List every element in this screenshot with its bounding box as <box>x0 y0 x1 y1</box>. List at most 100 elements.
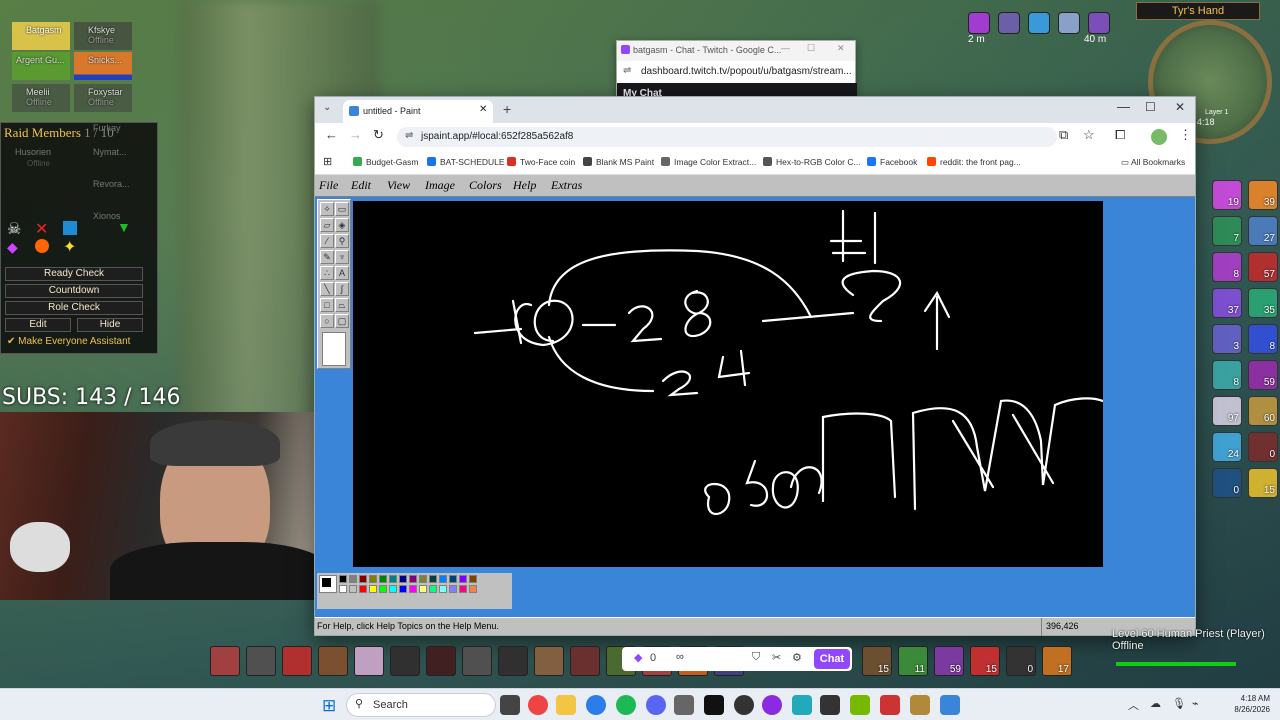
close-icon[interactable]: ✕ <box>837 43 845 54</box>
eraser-icon[interactable]: ▱ <box>320 218 334 232</box>
action-slot[interactable] <box>318 646 348 676</box>
battlenet-icon[interactable] <box>820 695 840 715</box>
mic-icon[interactable]: 🎙 <box>1172 697 1186 710</box>
palette-swatch[interactable] <box>399 585 407 593</box>
spell-slot[interactable]: 37 <box>1212 288 1242 318</box>
spell-slot[interactable]: 8 <box>1212 252 1242 282</box>
maximize-icon[interactable]: ☐ <box>807 43 815 54</box>
palette-swatch[interactable] <box>429 585 437 593</box>
star-icon[interactable]: ✦ <box>63 237 76 257</box>
paint-icon[interactable] <box>940 695 960 715</box>
raid-frame-foxystar[interactable]: Foxystar Offline <box>74 84 132 112</box>
palette-swatch[interactable] <box>369 585 377 593</box>
palette-swatch[interactable] <box>359 575 367 583</box>
buff-icon[interactable] <box>968 12 990 34</box>
palette-swatch[interactable] <box>439 585 447 593</box>
mod-icon[interactable]: ✂ <box>772 651 781 664</box>
action-slot[interactable]: 15 <box>862 646 892 676</box>
raid-frame-kfskye[interactable]: Kfskye Offline <box>74 22 132 50</box>
palette-swatch[interactable] <box>459 585 467 593</box>
menu-help[interactable]: Help <box>513 178 536 193</box>
ready-check-button[interactable]: Ready Check <box>5 267 143 281</box>
menu-edit[interactable]: Edit <box>351 178 371 193</box>
spell-slot[interactable]: 3 <box>1212 324 1242 354</box>
spell-slot[interactable]: 97 <box>1212 396 1242 426</box>
spell-slot[interactable]: 27 <box>1248 216 1278 246</box>
edge-icon[interactable] <box>586 695 606 715</box>
hide-button[interactable]: Hide <box>77 318 143 332</box>
tab-search-icon[interactable]: ⌄ <box>323 102 331 113</box>
start-icon[interactable]: ⊞ <box>322 696 336 716</box>
text-icon[interactable]: A <box>335 266 349 280</box>
raid-frame-batgasm[interactable]: Batgasm <box>12 22 70 50</box>
spell-slot[interactable]: 19 <box>1212 180 1242 210</box>
palette-swatch[interactable] <box>349 575 357 583</box>
capcut-icon[interactable] <box>704 695 724 715</box>
palette-swatch[interactable] <box>419 585 427 593</box>
bookmark-item[interactable]: Hex-to-RGB Color C... <box>763 157 861 167</box>
palette-swatch[interactable] <box>449 585 457 593</box>
palette-swatch[interactable] <box>439 575 447 583</box>
menu-icon[interactable]: ⋮ <box>1179 127 1192 143</box>
action-slot[interactable] <box>426 646 456 676</box>
palette-swatch[interactable] <box>429 575 437 583</box>
cast-icon[interactable]: ⧉ <box>1059 127 1068 143</box>
line-icon[interactable]: ╲ <box>320 282 334 296</box>
spell-slot[interactable]: 7 <box>1212 216 1242 246</box>
raid-frame-snicks[interactable]: Snicks... <box>74 52 132 80</box>
cross-icon[interactable]: ✕ <box>35 219 48 239</box>
network-icon[interactable]: ⌁ <box>1192 697 1199 710</box>
countdown-button[interactable]: Countdown <box>5 284 143 298</box>
task-view-icon[interactable] <box>500 695 520 715</box>
forward-icon[interactable]: → <box>349 127 362 142</box>
palette-swatch[interactable] <box>469 585 477 593</box>
extensions-icon[interactable]: ⧠ <box>1115 127 1125 143</box>
curve-icon[interactable]: ∫ <box>335 282 349 296</box>
app-icon[interactable] <box>880 695 900 715</box>
bookmark-item[interactable]: BAT-SCHEDULE <box>427 157 505 167</box>
palette-swatch[interactable] <box>399 575 407 583</box>
ellipse-icon[interactable]: ○ <box>320 314 334 328</box>
shield-icon[interactable]: ⛉ <box>752 651 760 664</box>
nvidia-icon[interactable] <box>850 695 870 715</box>
chat-window-title[interactable]: batgasm - Chat - Twitch - Google C... — … <box>617 41 855 61</box>
palette-swatch[interactable] <box>409 585 417 593</box>
bookmark-item[interactable]: Facebook <box>867 157 917 167</box>
magnifier-icon[interactable]: ⚲ <box>335 234 349 248</box>
menu-colors[interactable]: Colors <box>469 178 502 193</box>
polygon-icon[interactable]: ⏢ <box>335 298 349 312</box>
raid-frame-argent[interactable]: Argent Gu... <box>12 52 70 80</box>
gear-icon[interactable]: ⚙ <box>792 651 802 664</box>
tray-chevron-icon[interactable]: ︿ <box>1128 697 1139 713</box>
spell-slot[interactable]: 0 <box>1212 468 1242 498</box>
palette-swatch[interactable] <box>359 585 367 593</box>
bookmark-item[interactable]: Blank MS Paint <box>583 157 654 167</box>
channel-points-icon[interactable]: ◆ <box>634 651 642 664</box>
action-slot[interactable] <box>246 646 276 676</box>
close-window-icon[interactable]: ✕ <box>1175 100 1185 114</box>
action-slot[interactable] <box>534 646 564 676</box>
chat-button[interactable]: Chat <box>814 649 850 669</box>
new-tab-icon[interactable]: + <box>503 101 511 117</box>
palette-swatch[interactable] <box>409 575 417 583</box>
bookmark-item[interactable]: Budget-Gasm <box>353 157 418 167</box>
site-info-icon[interactable]: ⇌ <box>405 130 413 141</box>
wow-icon[interactable] <box>910 695 930 715</box>
spell-slot[interactable]: 15 <box>1248 468 1278 498</box>
action-slot[interactable]: 15 <box>970 646 1000 676</box>
all-bookmarks[interactable]: ▭ All Bookmarks <box>1121 157 1185 168</box>
color-picker-icon[interactable]: ⁄ <box>320 234 334 248</box>
back-icon[interactable]: ← <box>325 127 338 142</box>
bookmark-star-icon[interactable]: ☆ <box>1083 127 1095 143</box>
palette-swatch[interactable] <box>339 575 347 583</box>
palette-swatch[interactable] <box>449 575 457 583</box>
buff-icon[interactable] <box>1058 12 1080 34</box>
spell-slot[interactable]: 59 <box>1248 360 1278 390</box>
diamond-icon[interactable]: ◆ <box>7 239 18 256</box>
apps-icon[interactable]: ⊞ <box>323 155 332 168</box>
spotify-icon[interactable] <box>616 695 636 715</box>
file-explorer-icon[interactable] <box>556 695 576 715</box>
action-slot[interactable]: 17 <box>1042 646 1072 676</box>
palette-swatch[interactable] <box>419 575 427 583</box>
palette-swatch[interactable] <box>379 585 387 593</box>
